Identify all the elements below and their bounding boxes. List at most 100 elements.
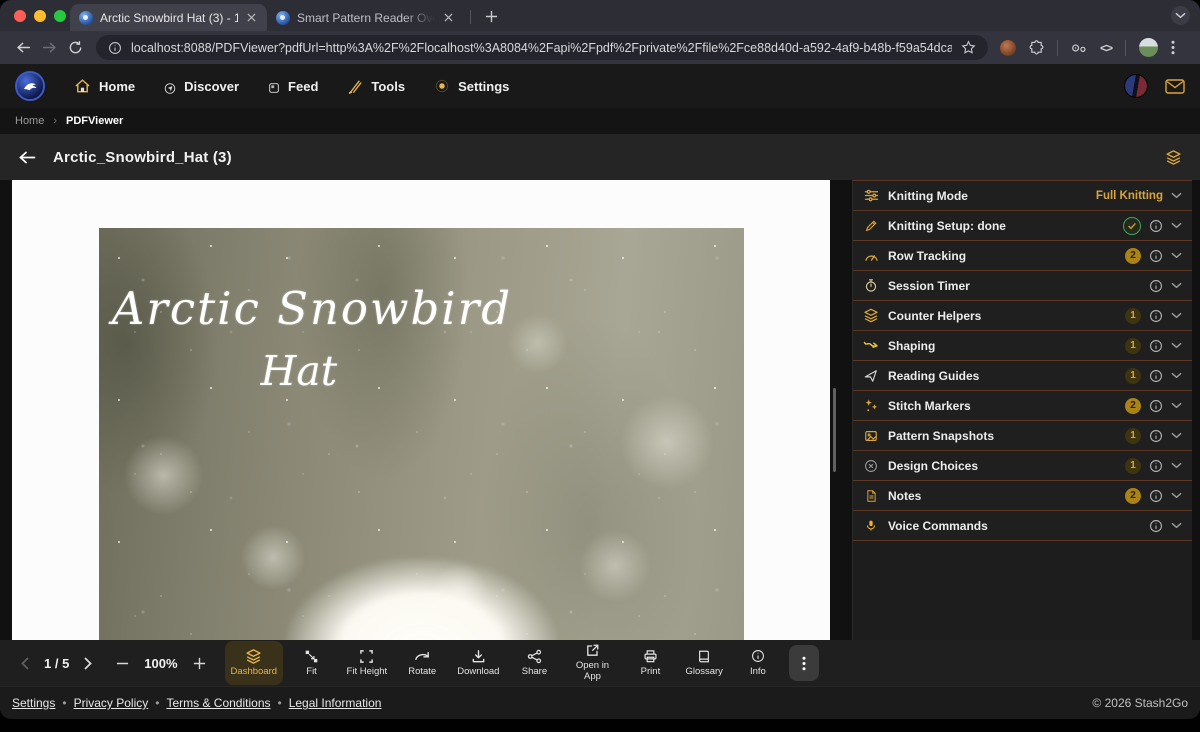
fit-button[interactable]: Fit (289, 641, 335, 685)
tab-smart-pattern-reader[interactable]: Smart Pattern Reader Overview (267, 4, 464, 31)
copyright: © 2026 Stash2Go (1092, 696, 1188, 710)
gauge-icon (863, 249, 879, 262)
app-logo[interactable] (15, 71, 45, 101)
close-window-button[interactable] (14, 10, 26, 22)
dashboard-button[interactable]: Dashboard (225, 641, 283, 685)
panel-label: Notes (888, 489, 921, 503)
zoom-out-button[interactable] (107, 657, 138, 670)
browser-forward-button[interactable] (36, 41, 62, 54)
tab-title: Arctic Snowbird Hat (3) - 1/5 (100, 11, 238, 25)
panel-reading-guides[interactable]: Reading Guides1 (853, 361, 1192, 391)
footer-link-privacy-policy[interactable]: Privacy Policy (74, 696, 149, 710)
nav-item-feed[interactable]: Feed (268, 79, 318, 94)
info-icon[interactable] (1149, 459, 1163, 473)
rotate-button[interactable]: Rotate (399, 641, 445, 685)
panel-session-timer[interactable]: Session Timer (853, 271, 1192, 301)
zoom-level: 100% (138, 656, 183, 671)
close-tab-icon[interactable] (245, 11, 258, 24)
prev-page-button[interactable] (12, 657, 38, 670)
minimize-window-button[interactable] (34, 10, 46, 22)
status-done-check-icon (1123, 217, 1141, 235)
knitting-tools-sidebar: Knitting ModeFull KnittingKnitting Setup… (852, 180, 1192, 640)
info-icon[interactable] (1149, 219, 1163, 233)
tab-search-chevron-icon[interactable] (1171, 6, 1190, 25)
nav-item-settings[interactable]: Settings (434, 78, 509, 94)
info-icon[interactable] (1149, 339, 1163, 353)
tab-arctic-snowbird[interactable]: Arctic Snowbird Hat (3) - 1/5 (70, 4, 267, 31)
browser-menu-kebab-icon[interactable] (1171, 40, 1175, 55)
footer-link-settings[interactable]: Settings (12, 696, 55, 710)
main-content: Arctic Snowbird Hat Knitting ModeFull Kn… (0, 180, 1200, 640)
breadcrumb-home[interactable]: Home (15, 115, 44, 127)
info-icon[interactable] (1149, 429, 1163, 443)
chevron-down-icon[interactable] (1171, 372, 1182, 379)
next-page-button[interactable] (75, 657, 101, 670)
chevron-down-icon[interactable] (1171, 402, 1182, 409)
panel-stitch-markers[interactable]: Stitch Markers2 (853, 391, 1192, 421)
nav-item-home[interactable]: Home (74, 78, 135, 94)
footer-link-legal-information[interactable]: Legal Information (289, 696, 382, 710)
info-icon[interactable] (1149, 399, 1163, 413)
bookmark-star-icon[interactable] (961, 40, 976, 55)
extension-avatar-icon[interactable] (1000, 40, 1016, 56)
chevron-down-icon[interactable] (1171, 192, 1182, 199)
nav-item-discover[interactable]: Discover (164, 79, 239, 94)
glossary-button[interactable]: Glossary (679, 641, 728, 685)
panel-controls: 1 (1125, 338, 1182, 354)
chevron-down-icon[interactable] (1171, 492, 1182, 499)
zoom-window-button[interactable] (54, 10, 66, 22)
panel-pattern-snapshots[interactable]: Pattern Snapshots1 (853, 421, 1192, 451)
share-icon (527, 648, 542, 664)
extensions-puzzle-icon[interactable] (1029, 40, 1044, 55)
info-icon[interactable] (1149, 279, 1163, 293)
panel-shaping[interactable]: Shaping1 (853, 331, 1192, 361)
password-manager-icon[interactable] (1071, 42, 1087, 54)
browser-back-button[interactable] (10, 41, 36, 54)
info-icon[interactable] (1149, 489, 1163, 503)
scrollbar[interactable] (833, 388, 836, 472)
info-icon[interactable] (1149, 309, 1163, 323)
browser-profile-avatar[interactable] (1139, 38, 1158, 57)
chevron-down-icon[interactable] (1171, 342, 1182, 349)
chevron-down-icon[interactable] (1171, 312, 1182, 319)
close-tab-icon[interactable] (442, 11, 455, 24)
chevron-down-icon[interactable] (1171, 522, 1182, 529)
footer-link-terms-conditions[interactable]: Terms & Conditions (166, 696, 270, 710)
chevron-down-icon[interactable] (1171, 462, 1182, 469)
info-icon[interactable] (1149, 519, 1163, 533)
panel-voice-commands[interactable]: Voice Commands (853, 511, 1192, 541)
share-button[interactable]: Share (511, 641, 557, 685)
layers-panel-toggle-icon[interactable] (1165, 149, 1182, 166)
chevron-down-icon[interactable] (1171, 222, 1182, 229)
nav-item-tools[interactable]: Tools (347, 78, 405, 95)
devtools-code-icon[interactable]: <> (1100, 41, 1112, 55)
panel-row-tracking[interactable]: Row Tracking2 (853, 241, 1192, 271)
url-field[interactable]: localhost:8088/PDFViewer?pdfUrl=http%3A%… (96, 35, 988, 60)
browser-reload-button[interactable] (62, 40, 88, 55)
site-info-icon[interactable] (108, 41, 122, 55)
panel-knitting-setup-done[interactable]: Knitting Setup: done (853, 211, 1192, 241)
panel-design-choices[interactable]: Design Choices1 (853, 451, 1192, 481)
panel-counter-helpers[interactable]: Counter Helpers1 (853, 301, 1192, 331)
fit-height-button[interactable]: Fit Height (341, 641, 394, 685)
count-badge: 1 (1125, 428, 1141, 444)
panel-notes[interactable]: Notes2 (853, 481, 1192, 511)
panel-knitting-mode[interactable]: Knitting ModeFull Knitting (853, 181, 1192, 211)
new-tab-button[interactable] (477, 4, 506, 31)
url-text[interactable]: localhost:8088/PDFViewer?pdfUrl=http%3A%… (131, 41, 952, 55)
rotate-icon (414, 648, 431, 664)
info-button[interactable]: Info (735, 641, 781, 685)
back-button[interactable] (18, 150, 36, 165)
print-button[interactable]: Print (627, 641, 673, 685)
user-avatar[interactable] (1124, 74, 1148, 98)
info-icon[interactable] (1149, 249, 1163, 263)
more-options-button[interactable] (789, 645, 819, 681)
download-button[interactable]: Download (451, 641, 505, 685)
chevron-down-icon[interactable] (1171, 252, 1182, 259)
chevron-down-icon[interactable] (1171, 432, 1182, 439)
chevron-down-icon[interactable] (1171, 282, 1182, 289)
open-in-app-button[interactable]: Open in App (563, 641, 621, 685)
mail-icon[interactable] (1165, 79, 1185, 94)
zoom-in-button[interactable] (184, 657, 215, 670)
info-icon[interactable] (1149, 369, 1163, 383)
